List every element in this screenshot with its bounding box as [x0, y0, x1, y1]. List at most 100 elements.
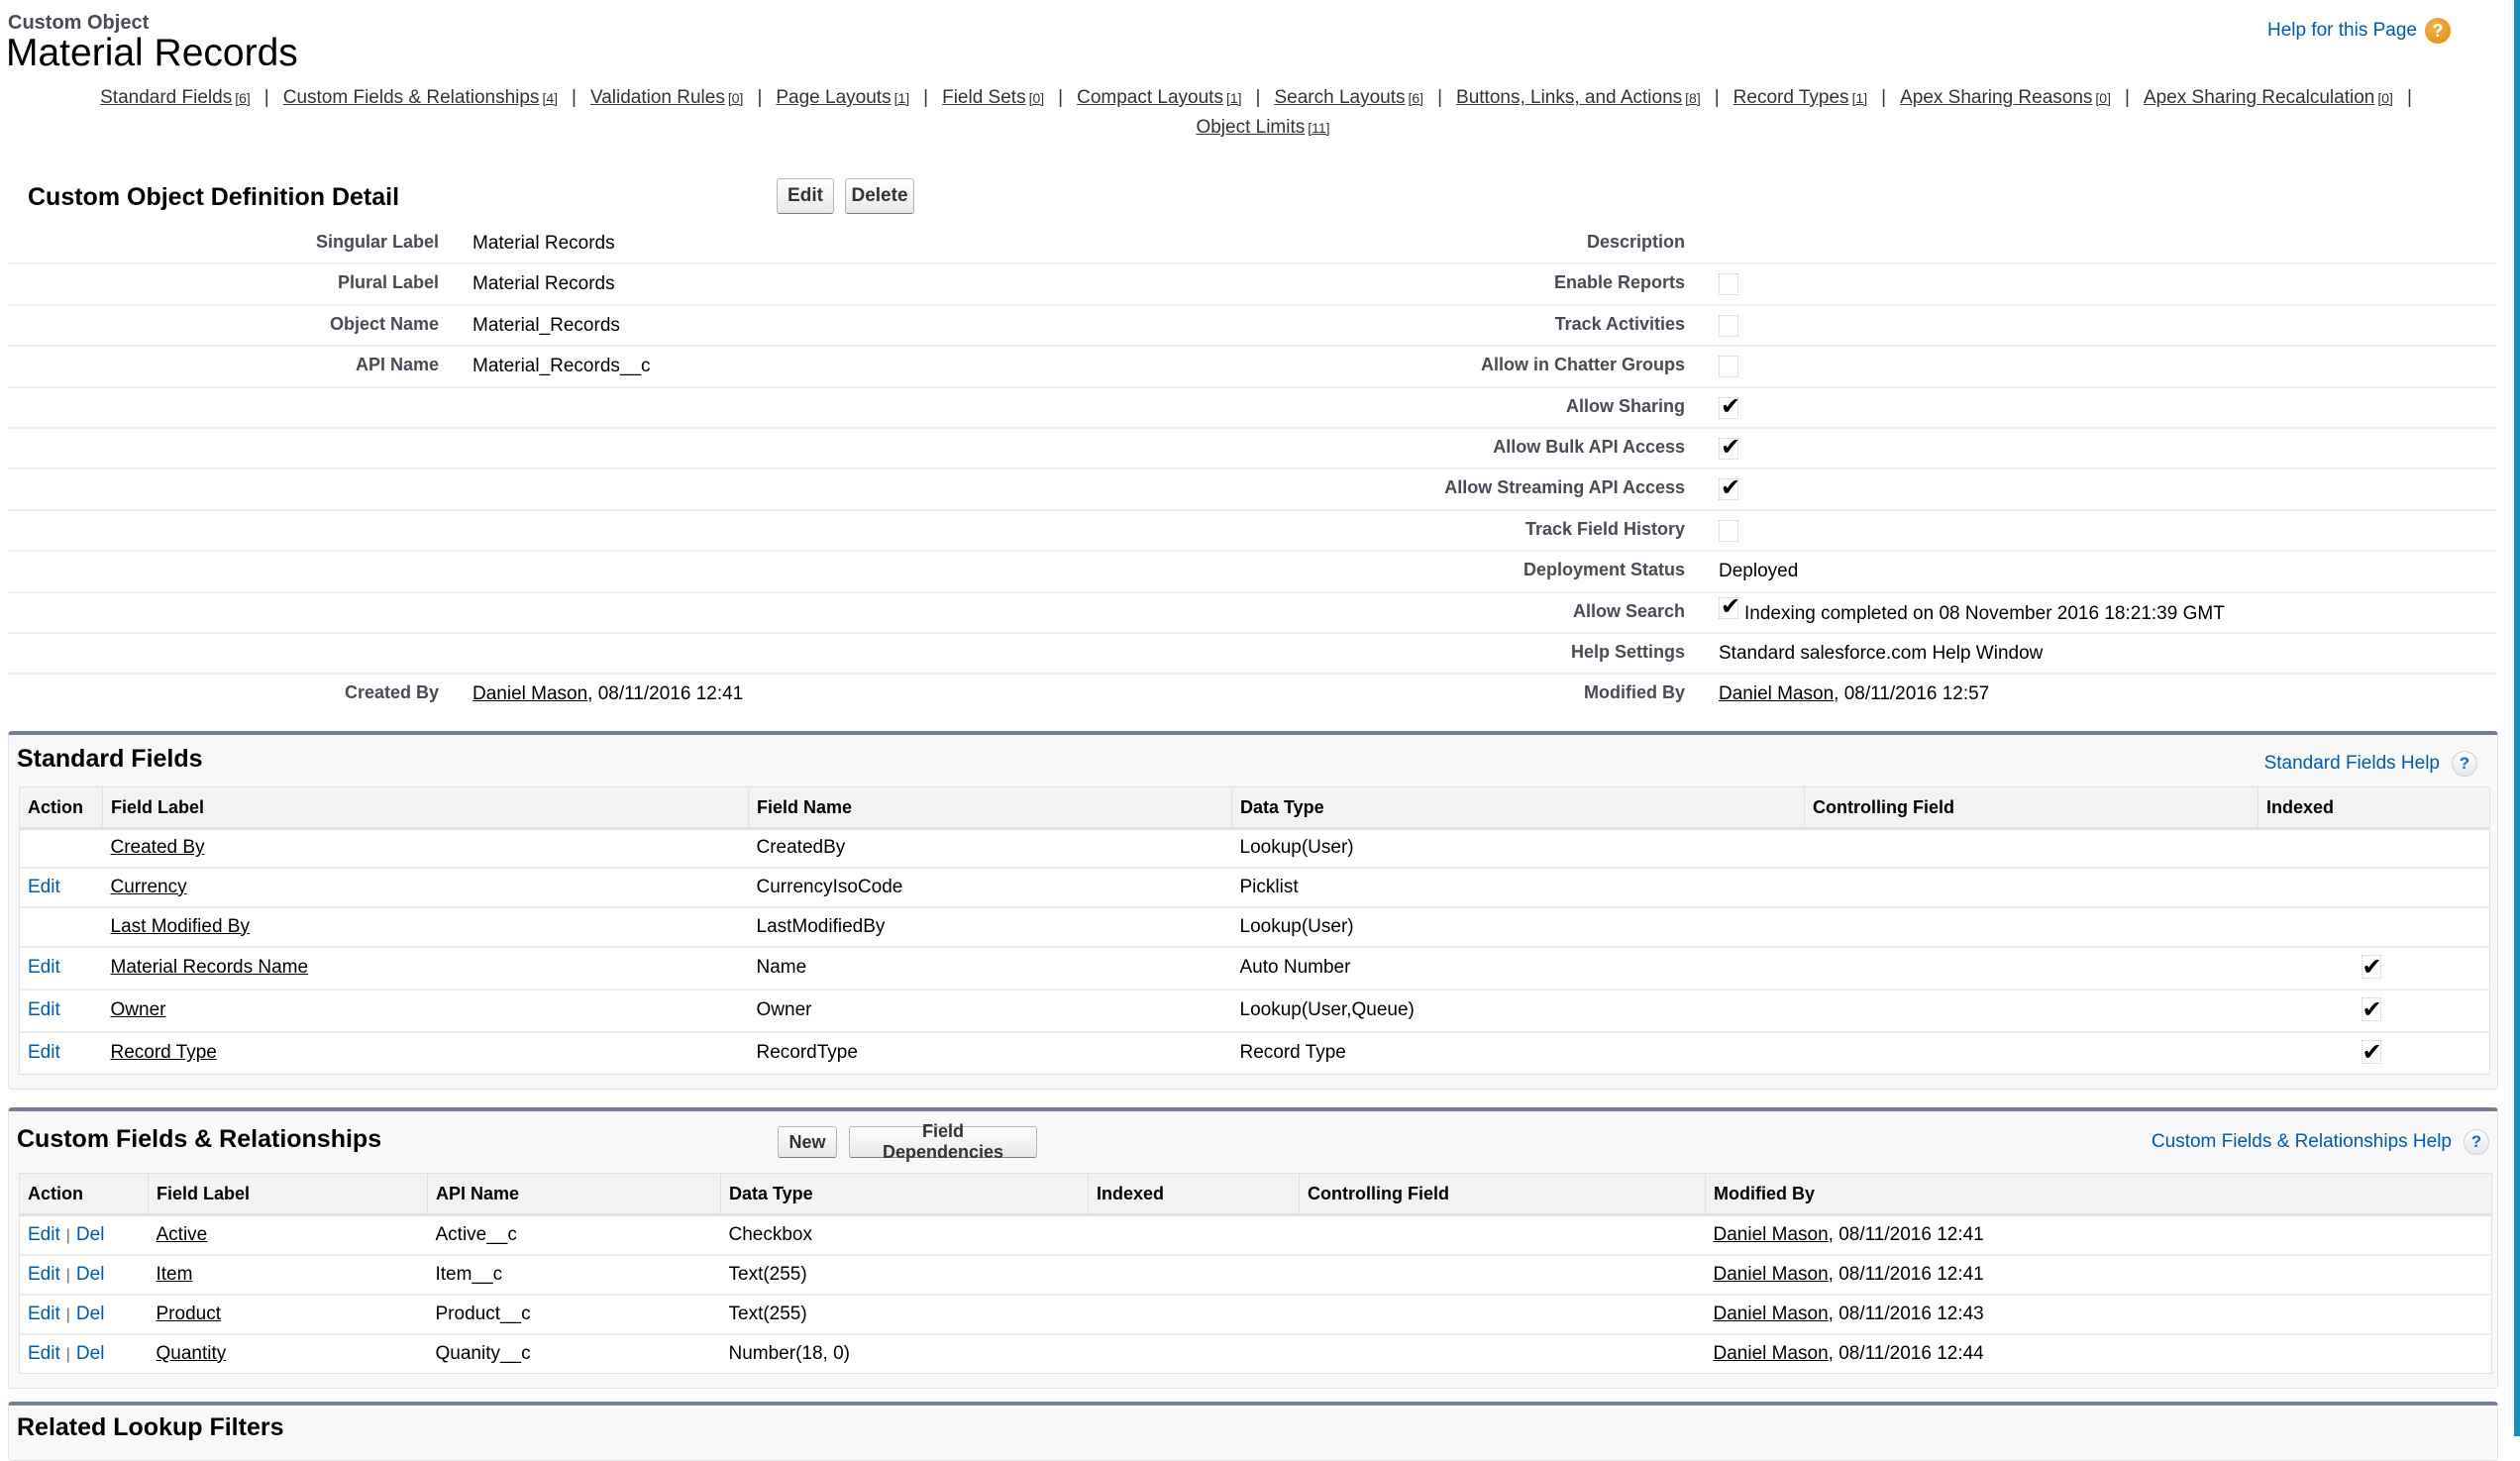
related-link-item[interactable]: Apex Sharing Reasons [0] — [1900, 87, 2111, 108]
related-link-count[interactable]: [0] — [2095, 90, 2111, 106]
field-label-link[interactable]: Material Records Name — [111, 957, 309, 978]
related-link-count[interactable]: [1] — [1852, 90, 1868, 106]
related-link[interactable]: Object Limits — [1196, 117, 1305, 138]
delete-link[interactable]: Del — [76, 1264, 105, 1285]
detail-row: Created By Daniel Mason, 08/11/2016 12:41… — [8, 675, 2496, 713]
delete-link[interactable]: Del — [76, 1304, 105, 1324]
related-link[interactable]: Search Layouts — [1274, 87, 1405, 108]
data-type-cell: Auto Number — [1231, 946, 1805, 991]
related-link-count[interactable]: [0] — [1029, 90, 1045, 106]
column-header[interactable]: Action — [19, 786, 103, 830]
edit-link[interactable]: Edit — [28, 877, 60, 897]
edit-button[interactable]: Edit — [777, 178, 834, 214]
field-label-link[interactable]: Product — [157, 1304, 221, 1324]
related-link-item[interactable]: Apex Sharing Recalculation [0] — [2144, 87, 2393, 108]
link-separator: | — [1714, 87, 1720, 108]
column-header[interactable]: Indexed — [1088, 1173, 1300, 1216]
field-label-link[interactable]: Record Type — [111, 1042, 217, 1063]
modified-by-user-link[interactable]: Daniel Mason — [1714, 1304, 1829, 1324]
delete-link[interactable]: Del — [76, 1343, 105, 1364]
related-link-item[interactable]: Record Types [1] — [1733, 87, 1867, 108]
related-link[interactable]: Compact Layouts — [1077, 87, 1223, 108]
edit-link[interactable]: Edit — [28, 1264, 60, 1285]
table-row: Edit | Del Product Product__c Text(255) Daniel… — [19, 1294, 2492, 1335]
related-link-count[interactable]: [11] — [1308, 120, 1329, 136]
modified-by-user-link[interactable]: Daniel Mason — [1714, 1224, 1829, 1245]
column-header[interactable]: Action — [19, 1173, 149, 1216]
new-field-button[interactable]: New — [778, 1126, 837, 1158]
column-header[interactable]: Field Label — [102, 786, 749, 830]
modified-by-date: , 08/11/2016 12:57 — [1834, 683, 1990, 705]
field-label-link[interactable]: Last Modified By — [111, 916, 250, 937]
field-label-link[interactable]: Active — [157, 1224, 208, 1245]
edit-link[interactable]: Edit — [28, 1224, 60, 1245]
related-link-item[interactable]: Object Limits [11] — [1196, 117, 1329, 138]
detail-value: Standard salesforce.com Help Window — [1719, 642, 2044, 664]
detail-row: Allow Sharing — [8, 388, 2496, 429]
related-link-item[interactable]: Compact Layouts [1] — [1077, 87, 1241, 108]
delete-button[interactable]: Delete — [845, 178, 914, 214]
field-label-link[interactable]: Item — [157, 1264, 193, 1285]
help-question-icon[interactable]: ? — [2452, 751, 2477, 777]
column-header[interactable]: Controlling Field — [1299, 1173, 1706, 1216]
field-dependencies-button[interactable]: Field Dependencies — [849, 1121, 1037, 1162]
related-link[interactable]: Record Types — [1733, 87, 1849, 108]
related-link-count[interactable]: [1] — [894, 90, 910, 106]
field-label-link[interactable]: Currency — [111, 877, 187, 897]
column-header[interactable]: Data Type — [1231, 786, 1805, 830]
related-link-item[interactable]: Page Layouts [1] — [776, 87, 909, 108]
column-header[interactable]: Modified By — [1705, 1173, 2492, 1216]
related-link-count[interactable]: [4] — [542, 90, 558, 106]
delete-link[interactable]: Del — [76, 1224, 105, 1245]
related-link-count[interactable]: [1] — [1226, 90, 1242, 106]
related-link[interactable]: Apex Sharing Reasons — [1900, 87, 2092, 108]
column-header[interactable]: Controlling Field — [1804, 786, 2258, 830]
modified-by-user-link[interactable]: Daniel Mason — [1714, 1264, 1829, 1285]
related-link[interactable]: Custom Fields & Relationships — [283, 87, 540, 108]
related-link-count[interactable]: [0] — [2377, 90, 2393, 106]
modified-by-user-link[interactable]: Daniel Mason — [1719, 683, 1834, 704]
related-link-item[interactable]: Standard Fields [6] — [100, 87, 251, 108]
related-link[interactable]: Page Layouts — [776, 87, 891, 108]
field-label-link[interactable]: Created By — [111, 837, 205, 858]
field-label-link[interactable]: Owner — [111, 999, 166, 1020]
related-link[interactable]: Buttons, Links, and Actions — [1456, 87, 1682, 108]
column-header[interactable]: Indexed — [2258, 786, 2490, 830]
help-question-icon[interactable]: ? — [2464, 1129, 2489, 1155]
related-link-count[interactable]: [0] — [728, 90, 744, 106]
column-header[interactable]: API Name — [427, 1173, 721, 1216]
created-by-user-link[interactable]: Daniel Mason — [472, 683, 587, 704]
modified-by-user-link[interactable]: Daniel Mason — [1714, 1343, 1829, 1364]
column-header[interactable]: Data Type — [720, 1173, 1089, 1216]
related-link[interactable]: Standard Fields — [100, 87, 232, 108]
related-link-count[interactable]: [6] — [235, 90, 251, 106]
edit-link[interactable]: Edit — [28, 1042, 60, 1063]
edit-link[interactable]: Edit — [28, 999, 60, 1020]
related-link-item[interactable]: Validation Rules [0] — [590, 87, 743, 108]
help-for-page[interactable]: Help for this Page ? — [2267, 18, 2451, 44]
modified-by-cell: Daniel Mason, 08/11/2016 12:41 — [1705, 1254, 2492, 1296]
custom-fields-help[interactable]: Custom Fields & Relationships Help ? — [2152, 1129, 2489, 1155]
related-link-item[interactable]: Field Sets [0] — [942, 87, 1044, 108]
standard-fields-help-link[interactable]: Standard Fields Help — [2264, 753, 2440, 775]
help-question-icon[interactable]: ? — [2425, 18, 2451, 44]
field-name-cell: Owner — [748, 989, 1232, 1033]
field-name-cell: RecordType — [756, 1042, 858, 1064]
related-link-item[interactable]: Custom Fields & Relationships [4] — [283, 87, 558, 108]
related-link-item[interactable]: Buttons, Links, and Actions [8] — [1456, 87, 1701, 108]
help-for-page-link[interactable]: Help for this Page — [2267, 20, 2417, 42]
column-header[interactable]: Field Name — [748, 786, 1232, 830]
field-label-link[interactable]: Quantity — [157, 1343, 227, 1364]
column-header[interactable]: Field Label — [148, 1173, 428, 1216]
edit-link[interactable]: Edit — [28, 1304, 60, 1324]
edit-link[interactable]: Edit — [28, 957, 60, 978]
related-link[interactable]: Validation Rules — [590, 87, 725, 108]
related-link-count[interactable]: [8] — [1685, 90, 1701, 106]
related-link[interactable]: Field Sets — [942, 87, 1025, 108]
standard-fields-help[interactable]: Standard Fields Help ? — [2264, 751, 2477, 777]
related-link-item[interactable]: Search Layouts [6] — [1274, 87, 1423, 108]
custom-fields-help-link[interactable]: Custom Fields & Relationships Help — [2152, 1131, 2452, 1153]
related-link[interactable]: Apex Sharing Recalculation — [2144, 87, 2374, 108]
edit-link[interactable]: Edit — [28, 1343, 60, 1364]
related-link-count[interactable]: [6] — [1409, 90, 1424, 106]
